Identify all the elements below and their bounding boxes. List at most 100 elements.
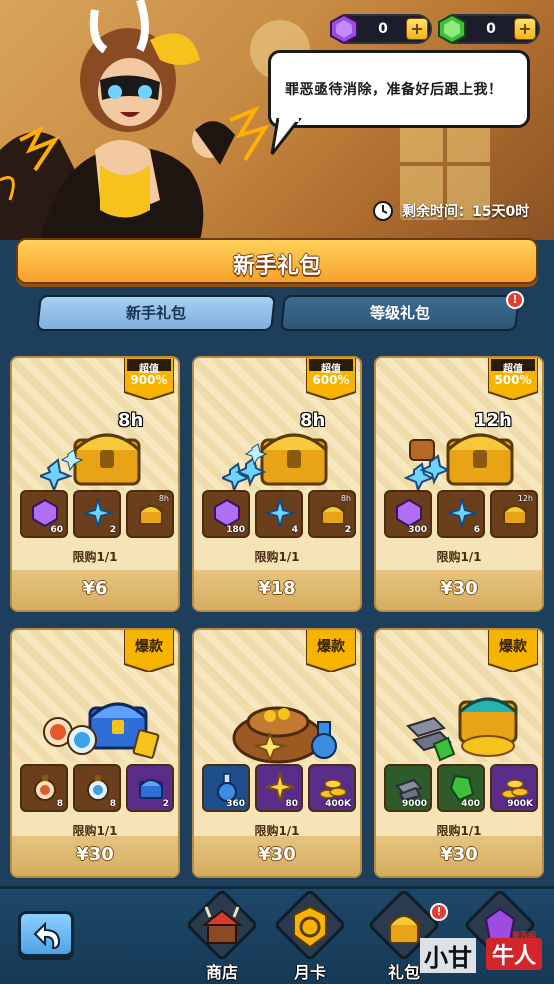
reward-slot[interactable]: 80 [255,764,303,812]
reward-slot[interactable]: 400K [308,764,356,812]
mana-flask-icon [217,773,237,802]
pack-card-1[interactable]: 超值 900% 8h 60 2 8h 限购1/1 ¥6 [10,356,180,612]
reward-slot[interactable]: 6 [437,490,485,538]
reward-items: 60 2 8h [20,490,174,538]
page-title: 新手礼包 [232,254,321,279]
reward-slot[interactable]: 400 [437,764,485,812]
price-label: ¥30 [258,844,296,865]
reward-slot[interactable]: 60 [20,490,68,538]
price-label: ¥18 [258,578,296,599]
reward-items: 8 8 2 [20,764,174,812]
hero-banner: 0 + 0 + 罪恶亟待消除，准备好后跟上我！ 剩余时间：15天0时 [0,0,554,240]
reward-slot[interactable]: 2 [126,764,174,812]
reward-slot[interactable]: 4 [255,490,303,538]
price-label: ¥6 [82,578,108,599]
purchase-limit: 限购1/1 [436,550,482,564]
reward-slot[interactable]: 8 [73,764,121,812]
purple-gem-counter: 0 + [330,13,432,45]
gold-sack-icon [232,706,337,764]
hot-badge: 爆款 [124,630,174,672]
back-arrow-icon [33,921,61,950]
blue-shuriken-icon [83,498,113,528]
green-gem-icon [438,13,466,45]
buy-button[interactable]: ¥18 [194,570,360,610]
back-button[interactable] [18,911,74,957]
shop-icon [201,906,243,944]
value-badge: 超值 500% [488,358,538,400]
buy-button[interactable]: ¥6 [12,570,178,610]
gold-star-icon [265,772,295,802]
pack-card-2[interactable]: 超值 600% 8h 180 4 8h 2 限购1/1 ¥18 [192,356,362,612]
purple-gem-icon [330,13,358,45]
blue-shuriken-icon [447,498,477,528]
speech-bubble-tail [270,118,302,155]
page-title-banner: 新手礼包 [16,238,538,284]
hot-badge: 爆款 [488,630,538,672]
tab-newbie-pack[interactable]: 新手礼包 [36,295,276,331]
nav-shop-label: 商店 [205,963,238,982]
nav-shop[interactable]: 商店 [184,888,260,984]
reward-slot[interactable]: 300 [384,490,432,538]
reward-slot[interactable]: 12h [490,490,538,538]
reward-items: 9000 400 900K [384,764,538,812]
purchase-limit: 限购1/1 [72,550,118,564]
nav-monthly-card[interactable]: 月卡 [272,888,348,984]
reward-slot[interactable]: 8 [20,764,68,812]
purchase-limit: 限购1/1 [254,550,300,564]
hot-badge: 爆款 [306,630,356,672]
pack-card-6[interactable]: 爆款 9000 400 900K 限购1/1 ¥30 [374,628,544,878]
buy-button[interactable]: ¥30 [376,836,542,876]
nav-monthly-card-label: 月卡 [293,963,326,982]
watermark-text-red: 牛人 [486,938,543,970]
blue-chest-icon [43,702,160,759]
treasure-pile-icon [406,697,518,762]
remaining-time: 剩余时间：15天0时 [372,200,529,222]
monthly-card-icon [293,905,327,949]
gold-chest-icon [404,433,514,493]
tab-level-pack[interactable]: 等级礼包 [280,295,520,331]
blue-shuriken-icon [265,498,295,528]
purple-gem-icon [396,498,422,528]
reward-slot[interactable]: 360 [202,764,250,812]
speech-text: 罪恶亟待消除，准备好后跟上我！ [285,82,503,98]
reward-slot[interactable]: 2 [73,490,121,538]
tab-level-pack-alert-badge: ! [506,291,524,309]
pack-card-4[interactable]: 爆款 8 8 2 限购1/1 ¥30 [10,628,180,878]
remaining-time-text: 剩余时间：15天0时 [402,204,530,220]
gold-coins-icon [319,779,347,799]
speech-bubble: 罪恶亟待消除，准备好后跟上我！ [268,50,530,128]
buy-button[interactable]: ¥30 [376,570,542,610]
buy-button[interactable]: ¥30 [12,836,178,876]
clock-icon [373,201,393,221]
purple-gem-count: 0 [378,21,388,37]
value-badge: 超值 900% [124,358,174,400]
add-purple-gem-button[interactable]: + [406,18,428,40]
add-green-gem-button[interactable]: + [514,18,536,40]
nav-gift-pack-alert-badge: ! [430,903,448,921]
reward-slot[interactable]: 8h [126,490,174,538]
reward-items: 300 6 12h [384,490,538,538]
gold-chest-icon [222,433,328,493]
tab-level-pack-label: 等级礼包 [369,304,430,322]
reward-items: 180 4 8h 2 [202,490,356,538]
watermark-text: 小甘 [420,938,476,973]
pack-card-5[interactable]: 爆款 360 80 400K 限购1/1 ¥30 [192,628,362,878]
tab-newbie-pack-label: 新手礼包 [125,304,186,322]
reward-slot[interactable]: 180 [202,490,250,538]
blue-potion-icon [87,775,109,801]
purple-gem-icon [32,498,58,528]
gold-coins-icon [501,779,529,799]
reward-slot[interactable]: 9000 [384,764,432,812]
reward-slot[interactable]: 900K [490,764,538,812]
green-gem-counter: 0 + [438,13,540,45]
price-label: ¥30 [440,578,478,599]
reward-slot[interactable]: 8h 2 [308,490,356,538]
red-potion-icon [34,775,56,801]
price-label: ¥30 [440,844,478,865]
buy-button[interactable]: ¥30 [194,836,360,876]
pack-card-3[interactable]: 超值 500% 12h 300 6 12h 限购1/1 ¥30 [374,356,544,612]
purple-gem-icon [214,498,240,528]
hero-character-art [0,0,270,240]
iron-ore-icon [395,778,423,802]
price-label: ¥30 [76,844,114,865]
